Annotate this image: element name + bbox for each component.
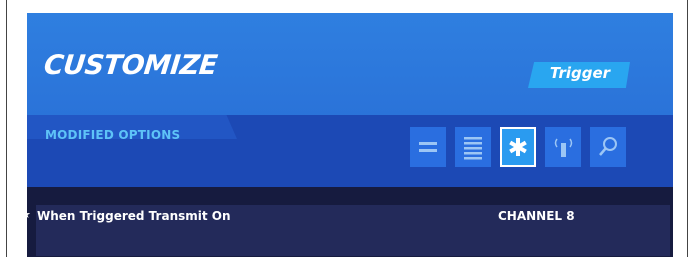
star-icon xyxy=(509,138,527,156)
list-full-icon xyxy=(464,137,482,160)
transmitter-icon xyxy=(554,138,573,157)
filter-search-button[interactable] xyxy=(590,127,626,167)
section-label: MODIFIED OPTIONS xyxy=(45,128,181,142)
device-tag-label: Trigger xyxy=(549,64,611,82)
search-icon xyxy=(599,137,617,156)
list-compact-icon xyxy=(419,142,437,152)
option-value[interactable]: CHANNEL 8 xyxy=(498,209,575,223)
filter-full-list-button[interactable] xyxy=(455,127,491,167)
frame-edge-right xyxy=(687,0,688,257)
option-label: When Triggered Transmit On xyxy=(37,209,231,223)
modified-marker-icon: ★ xyxy=(21,208,31,221)
frame-edge-left xyxy=(6,0,7,257)
filter-transmitter-button[interactable] xyxy=(545,127,581,167)
filter-compact-list-button[interactable] xyxy=(410,127,446,167)
page-title: CUSTOMIZE xyxy=(42,50,219,81)
filter-modified-button[interactable] xyxy=(500,127,536,167)
screen: CUSTOMIZE Trigger MODIFIED OPTIONS ★ Whe… xyxy=(0,0,694,257)
